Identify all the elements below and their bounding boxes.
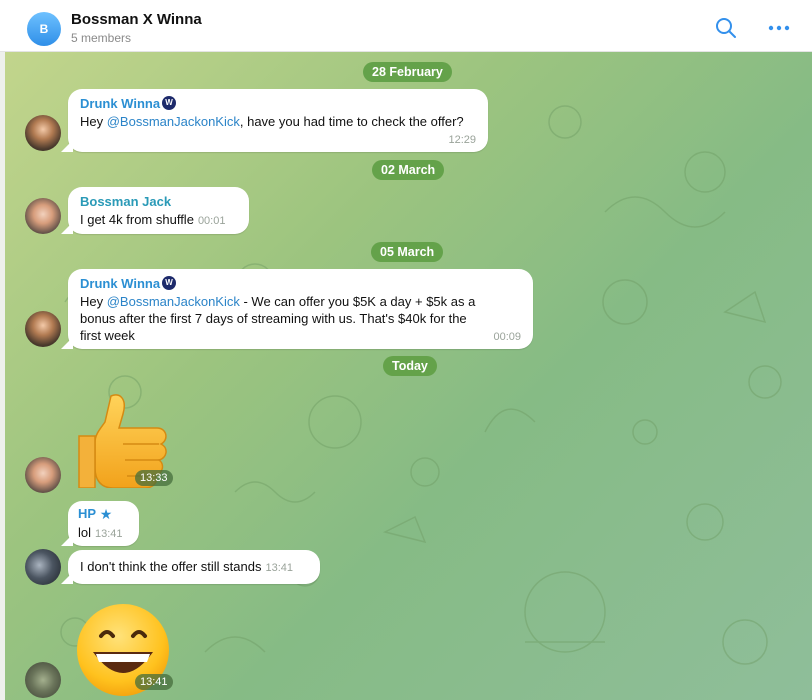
message-text-part: I get 4k from shuffle — [80, 212, 194, 227]
avatar-drunk-winna[interactable] — [25, 311, 61, 347]
avatar-member[interactable] — [25, 662, 61, 698]
message-bubble[interactable]: Drunk Winna Hey @BossmanJackonKick - We … — [68, 269, 533, 349]
message-text-part: , have you had time to check the offer? — [239, 114, 464, 129]
sender-name[interactable]: Bossman Jack — [80, 194, 237, 209]
message-time: 12:29 — [448, 134, 476, 146]
message-sender[interactable]: Drunk Winna — [80, 96, 476, 111]
message-bubble[interactable]: I don't think the offer still stands 13:4… — [68, 550, 320, 584]
sender-name[interactable]: HP — [78, 506, 96, 521]
star-badge-icon: ★ — [99, 506, 113, 522]
message-time: 13:41 — [95, 528, 123, 540]
avatar-hp[interactable] — [25, 549, 61, 585]
message-bubble[interactable]: Drunk Winna Hey @BossmanJackonKick, have… — [68, 89, 488, 152]
mention-link[interactable]: @BossmanJackonKick — [107, 114, 240, 129]
message-text-part: I don't think the offer still stands — [80, 559, 262, 574]
avatar-bossman-jack[interactable] — [25, 198, 61, 234]
sender-name[interactable]: Drunk Winna — [80, 96, 160, 111]
message-sender[interactable]: Drunk Winna — [80, 276, 521, 291]
message-text: lol 13:41 — [78, 524, 129, 543]
message-text: I get 4k from shuffle 00:01 — [80, 211, 237, 230]
chat-area[interactable]: 28 February Drunk Winna Hey @BossmanJack… — [5, 52, 812, 700]
avatar-drunk-winna[interactable] — [25, 115, 61, 151]
message-text-part: Hey — [80, 114, 107, 129]
chat-header: B Bossman X Winna 5 members — [0, 0, 812, 52]
avatar-bossman-jack[interactable] — [25, 457, 61, 493]
date-separator: 05 March — [371, 242, 444, 262]
message-bubble[interactable]: Bossman Jack I get 4k from shuffle 00:01 — [68, 187, 249, 234]
message-time: 00:01 — [197, 215, 226, 227]
message-time: 13:41 — [135, 674, 173, 690]
message-sender[interactable]: HP ★ — [78, 506, 129, 523]
member-count: 5 members — [71, 31, 132, 45]
message-time: 13:33 — [135, 470, 173, 486]
message-time: 13:41 — [265, 562, 293, 574]
date-separator: Today — [383, 356, 437, 376]
verified-badge-icon — [162, 276, 177, 290]
verified-badge-icon — [162, 96, 177, 110]
message-text: I don't think the offer still stands 13:4… — [80, 558, 308, 577]
sender-name[interactable]: Drunk Winna — [80, 276, 160, 291]
message-bubble[interactable]: HP ★ lol 13:41 — [68, 501, 139, 546]
date-separator: 28 February — [363, 62, 452, 82]
message-text-part: lol — [78, 525, 92, 540]
chat-title[interactable]: Bossman X Winna — [71, 11, 202, 28]
search-icon[interactable] — [715, 17, 737, 39]
message-text: Hey @BossmanJackonKick, have you had tim… — [80, 113, 476, 130]
date-separator: 02 March — [372, 160, 445, 180]
mention-link[interactable]: @BossmanJackonKick — [107, 294, 240, 309]
message-time: 00:09 — [493, 331, 521, 343]
message-text: Hey @BossmanJackonKick - We can offer yo… — [80, 293, 521, 344]
message-text-part: Hey — [80, 294, 107, 309]
group-avatar[interactable]: B — [27, 12, 61, 46]
more-icon[interactable] — [767, 17, 791, 39]
